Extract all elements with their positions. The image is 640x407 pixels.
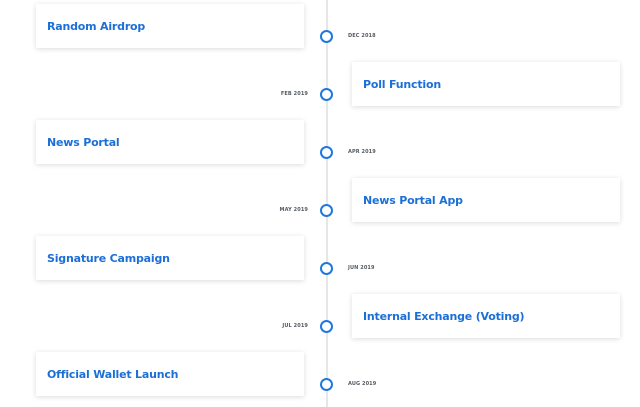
timeline-date: JUL 2019 [282,323,308,329]
timeline-card-poll-function[interactable]: Poll Function [352,62,620,106]
timeline-dot-icon [320,88,333,101]
timeline-card-news-portal-app[interactable]: News Portal App [352,178,620,222]
timeline-card-official-wallet-launch[interactable]: Official Wallet Launch [36,352,304,396]
timeline-dot-icon [320,204,333,217]
timeline-dot-icon [320,378,333,391]
timeline-card-signature-campaign[interactable]: Signature Campaign [36,236,304,280]
timeline-dot-icon [320,146,333,159]
timeline-date: MAY 2019 [279,207,308,213]
timeline-card-title: News Portal [47,135,120,149]
timeline-card-random-airdrop[interactable]: Random Airdrop [36,4,304,48]
timeline-dot-icon [320,30,333,43]
timeline-card-title: Random Airdrop [47,19,146,33]
timeline-card-title: Poll Function [363,77,441,91]
timeline-date: AUG 2019 [348,381,377,387]
timeline-card-internal-exchange[interactable]: Internal Exchange (Voting) [352,294,620,338]
timeline-date: DEC 2018 [348,33,376,39]
timeline-date: FEB 2019 [280,91,308,97]
roadmap-timeline: Random Airdrop DEC 2018 Poll Function FE… [0,0,640,407]
timeline-card-news-portal[interactable]: News Portal [36,120,304,164]
timeline-card-title: Official Wallet Launch [47,367,179,381]
timeline-date: APR 2019 [348,149,376,155]
timeline-dot-icon [320,320,333,333]
timeline-card-title: Signature Campaign [47,251,170,265]
timeline-card-title: Internal Exchange (Voting) [363,309,525,323]
timeline-card-title: News Portal App [363,193,463,207]
timeline-date: JUN 2019 [348,265,375,271]
timeline-dot-icon [320,262,333,275]
